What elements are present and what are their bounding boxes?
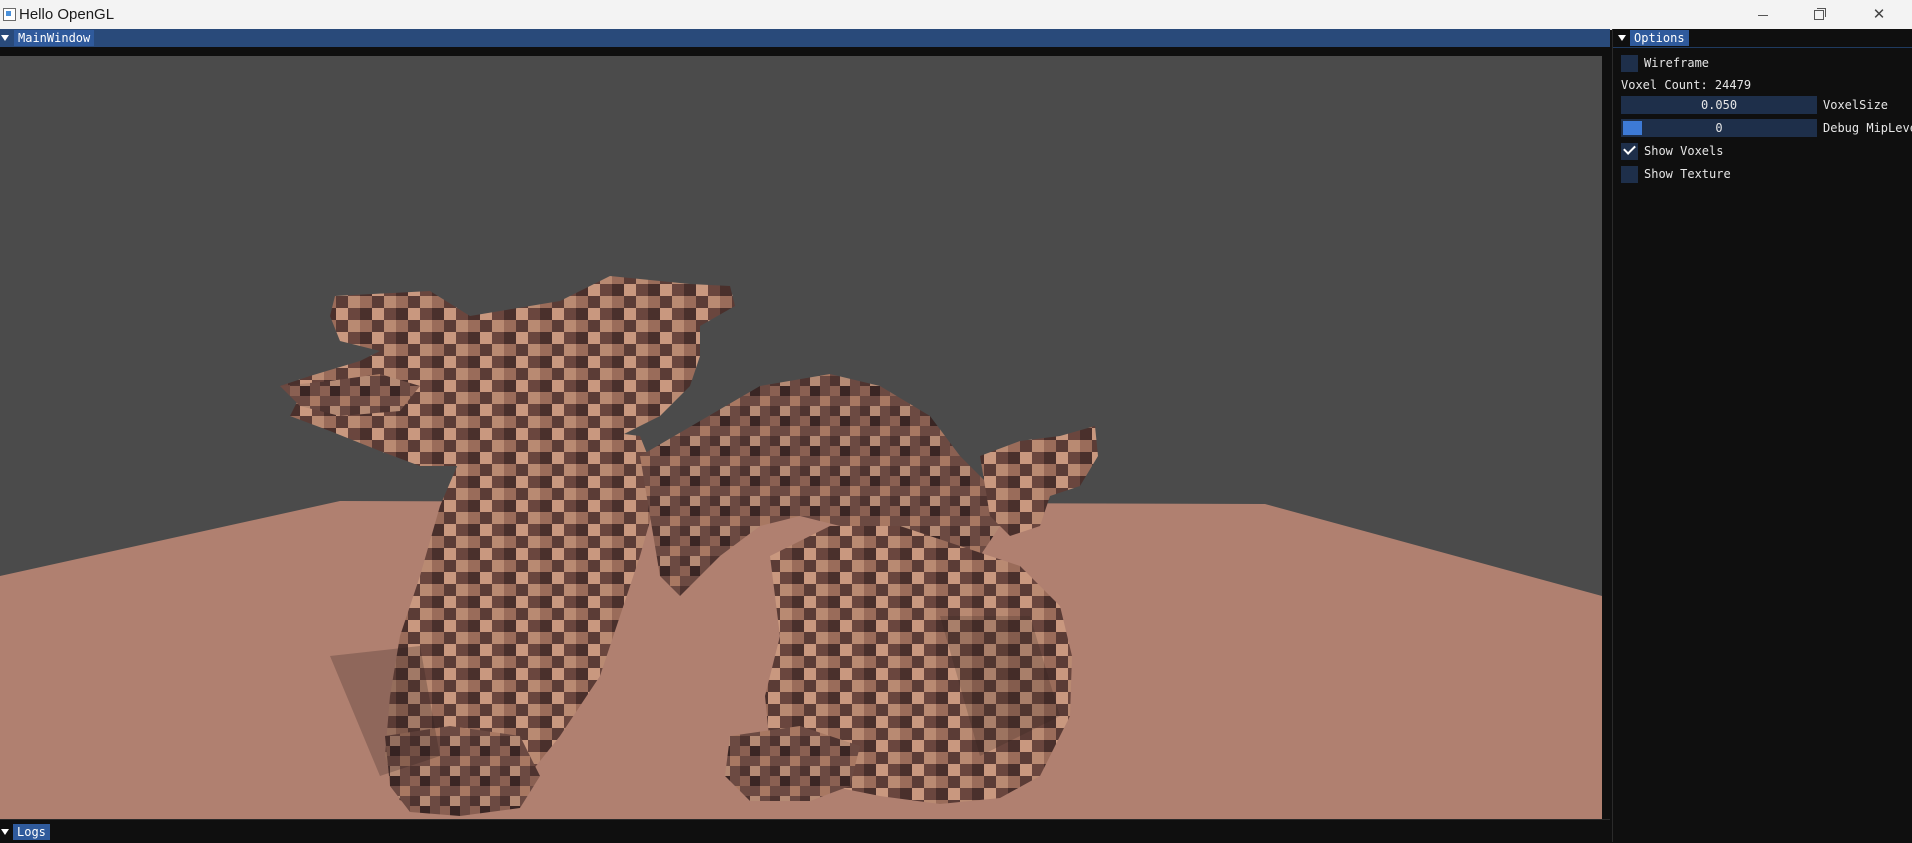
minimize-button[interactable] bbox=[1740, 0, 1786, 29]
minimize-icon bbox=[1758, 14, 1768, 16]
mip-level-value: 0 bbox=[1715, 121, 1723, 135]
voxel-size-value: 0.050 bbox=[1700, 98, 1738, 112]
window-title: Hello OpenGL bbox=[19, 6, 115, 23]
logs-tab[interactable]: Logs bbox=[13, 824, 50, 840]
show-texture-label: Show Texture bbox=[1644, 167, 1731, 181]
show-texture-row[interactable]: Show Texture bbox=[1621, 165, 1881, 184]
voxel-scene bbox=[0, 56, 1602, 838]
main-window-tab[interactable]: MainWindow bbox=[14, 30, 95, 46]
os-titlebar: Hello OpenGL ✕ bbox=[0, 0, 1912, 30]
logs-window: Logs bbox=[0, 819, 1610, 843]
voxel-count-text: Voxel Count: 24479 bbox=[1621, 78, 1752, 92]
maximize-button[interactable] bbox=[1796, 0, 1842, 29]
window-app-icon bbox=[3, 8, 16, 21]
maximize-icon bbox=[1814, 8, 1826, 21]
voxel-size-row: 0.050 VoxelSize bbox=[1621, 96, 1912, 115]
main-window: MainWindow bbox=[0, 29, 1610, 838]
close-icon: ✕ bbox=[1872, 6, 1886, 23]
voxel-size-slider[interactable]: 0.050 bbox=[1621, 96, 1817, 114]
slider-grab-handle[interactable] bbox=[1623, 121, 1642, 135]
show-voxels-label: Show Voxels bbox=[1644, 144, 1724, 158]
options-titlebar[interactable]: Options bbox=[1613, 29, 1912, 48]
show-voxels-row[interactable]: Show Voxels bbox=[1621, 142, 1881, 161]
voxel-size-label: VoxelSize bbox=[1823, 98, 1889, 112]
opengl-viewport[interactable] bbox=[0, 56, 1602, 838]
checkmark-icon bbox=[1623, 142, 1636, 155]
wireframe-checkbox[interactable] bbox=[1621, 55, 1638, 72]
options-tab[interactable]: Options bbox=[1630, 30, 1689, 46]
options-window: Options Wireframe Voxel Count: 24479 0.0… bbox=[1612, 29, 1912, 842]
show-texture-checkbox[interactable] bbox=[1621, 166, 1638, 183]
collapse-triangle-icon[interactable] bbox=[1, 829, 9, 835]
logs-titlebar[interactable]: Logs bbox=[0, 823, 1610, 841]
collapse-triangle-icon[interactable] bbox=[1, 35, 9, 41]
wireframe-label: Wireframe bbox=[1644, 56, 1710, 70]
mip-level-slider[interactable]: 0 bbox=[1621, 119, 1817, 137]
close-button[interactable]: ✕ bbox=[1856, 0, 1902, 29]
show-voxels-checkbox[interactable] bbox=[1621, 142, 1638, 160]
main-window-titlebar[interactable]: MainWindow bbox=[0, 29, 1610, 47]
collapse-triangle-icon[interactable] bbox=[1618, 35, 1626, 41]
wireframe-row[interactable]: Wireframe bbox=[1621, 54, 1881, 73]
mip-level-row: 0 Debug MipLeve bbox=[1621, 119, 1912, 138]
mip-level-label: Debug MipLeve bbox=[1823, 121, 1912, 135]
